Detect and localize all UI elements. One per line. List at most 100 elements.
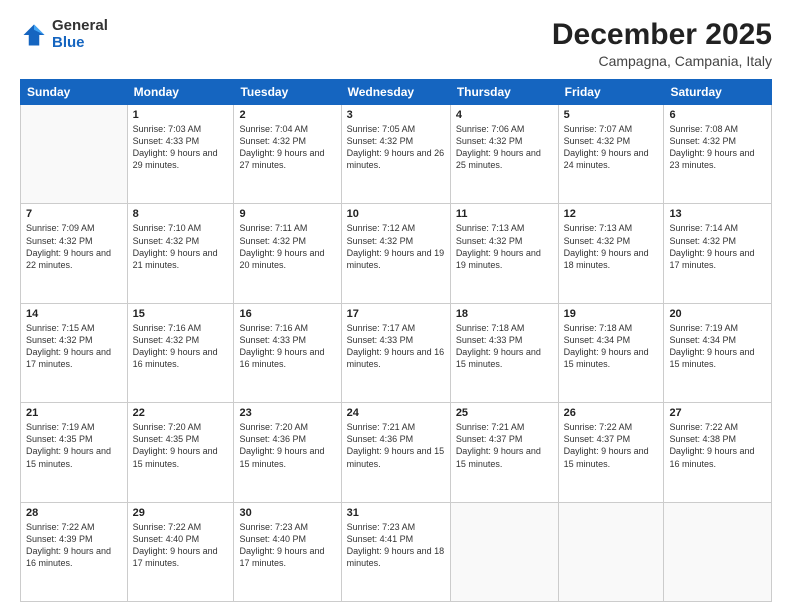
weekday-header: Sunday — [21, 80, 128, 105]
calendar-day-cell — [664, 502, 772, 601]
day-number: 23 — [239, 407, 335, 419]
day-info: Sunrise: 7:13 AM Sunset: 4:32 PM Dayligh… — [564, 222, 659, 271]
calendar-day-cell: 27Sunrise: 7:22 AM Sunset: 4:38 PM Dayli… — [664, 403, 772, 502]
day-number: 4 — [456, 109, 553, 121]
day-number: 12 — [564, 208, 659, 220]
day-info: Sunrise: 7:03 AM Sunset: 4:33 PM Dayligh… — [133, 123, 229, 172]
calendar-table: SundayMondayTuesdayWednesdayThursdayFrid… — [20, 79, 772, 602]
calendar-day-cell — [21, 105, 128, 204]
calendar-day-cell: 30 Sunrise: 7:23 AM Sunset: 4:40 PM Dayli… — [234, 502, 341, 601]
day-number: 17 — [347, 308, 445, 320]
calendar-day-cell: 31 Sunrise: 7:23 AM Sunset: 4:41 PM Dayli… — [341, 502, 450, 601]
day-info: Sunrise: 7:23 AM Sunset: 4:41 PM Dayligh… — [347, 521, 445, 570]
weekday-header: Tuesday — [234, 80, 341, 105]
day-number: 14 — [26, 308, 122, 320]
day-number: 25 — [456, 407, 553, 419]
day-number: 6 — [669, 109, 766, 121]
day-number: 3 — [347, 109, 445, 121]
calendar-week-row: 28 Sunrise: 7:22 AM Sunset: 4:39 PM Dayli… — [21, 502, 772, 601]
weekday-header: Wednesday — [341, 80, 450, 105]
day-info: Sunrise: 7:23 AM Sunset: 4:40 PM Dayligh… — [239, 521, 335, 570]
day-info: Sunrise: 7:04 AM Sunset: 4:32 PM Dayligh… — [239, 123, 335, 172]
day-number: 19 — [564, 308, 659, 320]
day-info: Sunrise: 7:16 AM Sunset: 4:33 PM Dayligh… — [239, 322, 335, 371]
calendar-week-row: 14Sunrise: 7:15 AM Sunset: 4:32 PM Dayli… — [21, 303, 772, 402]
calendar-week-row: 21Sunrise: 7:19 AM Sunset: 4:35 PM Dayli… — [21, 403, 772, 502]
page: GeneralBlue December 2025 Campagna, Camp… — [0, 0, 792, 612]
day-number: 24 — [347, 407, 445, 419]
day-number: 10 — [347, 208, 445, 220]
calendar-day-cell: 26Sunrise: 7:22 AM Sunset: 4:37 PM Dayli… — [558, 403, 664, 502]
day-info: Sunrise: 7:13 AM Sunset: 4:32 PM Dayligh… — [456, 222, 553, 271]
day-number: 9 — [239, 208, 335, 220]
calendar-day-cell: 29 Sunrise: 7:22 AM Sunset: 4:40 PM Dayli… — [127, 502, 234, 601]
header: GeneralBlue December 2025 Campagna, Camp… — [20, 18, 772, 69]
month-title: December 2025 — [552, 18, 772, 51]
calendar-day-cell: 28 Sunrise: 7:22 AM Sunset: 4:39 PM Dayli… — [21, 502, 128, 601]
logo-icon — [20, 21, 48, 49]
day-number: 16 — [239, 308, 335, 320]
calendar-week-row: 1Sunrise: 7:03 AM Sunset: 4:33 PM Daylig… — [21, 105, 772, 204]
calendar-header: SundayMondayTuesdayWednesdayThursdayFrid… — [21, 80, 772, 105]
calendar-day-cell: 17 Sunrise: 7:17 AM Sunset: 4:33 PM Dayli… — [341, 303, 450, 402]
calendar-body: 1Sunrise: 7:03 AM Sunset: 4:33 PM Daylig… — [21, 105, 772, 602]
day-info: Sunrise: 7:07 AM Sunset: 4:32 PM Dayligh… — [564, 123, 659, 172]
day-number: 13 — [669, 208, 766, 220]
day-info: Sunrise: 7:18 AM Sunset: 4:34 PM Dayligh… — [564, 322, 659, 371]
calendar-day-cell: 15Sunrise: 7:16 AM Sunset: 4:32 PM Dayli… — [127, 303, 234, 402]
day-number: 18 — [456, 308, 553, 320]
calendar-day-cell: 14Sunrise: 7:15 AM Sunset: 4:32 PM Dayli… — [21, 303, 128, 402]
calendar-day-cell: 11 Sunrise: 7:13 AM Sunset: 4:32 PM Dayli… — [450, 204, 558, 303]
calendar-day-cell: 10Sunrise: 7:12 AM Sunset: 4:32 PM Dayli… — [341, 204, 450, 303]
day-number: 11 — [456, 208, 553, 220]
day-number: 26 — [564, 407, 659, 419]
calendar-day-cell: 20Sunrise: 7:19 AM Sunset: 4:34 PM Dayli… — [664, 303, 772, 402]
day-info: Sunrise: 7:18 AM Sunset: 4:33 PM Dayligh… — [456, 322, 553, 371]
day-info: Sunrise: 7:20 AM Sunset: 4:36 PM Dayligh… — [239, 421, 335, 470]
calendar-day-cell: 24 Sunrise: 7:21 AM Sunset: 4:36 PM Dayli… — [341, 403, 450, 502]
day-number: 22 — [133, 407, 229, 419]
day-number: 8 — [133, 208, 229, 220]
calendar-day-cell: 12 Sunrise: 7:13 AM Sunset: 4:32 PM Dayli… — [558, 204, 664, 303]
calendar-day-cell: 4 Sunrise: 7:06 AM Sunset: 4:32 PM Daylig… — [450, 105, 558, 204]
calendar-day-cell: 2Sunrise: 7:04 AM Sunset: 4:32 PM Daylig… — [234, 105, 341, 204]
calendar-day-cell: 3 Sunrise: 7:05 AM Sunset: 4:32 PM Daylig… — [341, 105, 450, 204]
title-block: December 2025 Campagna, Campania, Italy — [552, 18, 772, 69]
day-info: Sunrise: 7:06 AM Sunset: 4:32 PM Dayligh… — [456, 123, 553, 172]
day-number: 31 — [347, 507, 445, 519]
calendar-day-cell: 18 Sunrise: 7:18 AM Sunset: 4:33 PM Dayli… — [450, 303, 558, 402]
calendar-day-cell: 19 Sunrise: 7:18 AM Sunset: 4:34 PM Dayli… — [558, 303, 664, 402]
day-info: Sunrise: 7:16 AM Sunset: 4:32 PM Dayligh… — [133, 322, 229, 371]
logo: GeneralBlue — [20, 18, 108, 51]
day-number: 27 — [669, 407, 766, 419]
calendar-day-cell: 9Sunrise: 7:11 AM Sunset: 4:32 PM Daylig… — [234, 204, 341, 303]
calendar-day-cell — [558, 502, 664, 601]
weekday-row: SundayMondayTuesdayWednesdayThursdayFrid… — [21, 80, 772, 105]
day-number: 5 — [564, 109, 659, 121]
day-info: Sunrise: 7:08 AM Sunset: 4:32 PM Dayligh… — [669, 123, 766, 172]
calendar-day-cell: 21Sunrise: 7:19 AM Sunset: 4:35 PM Dayli… — [21, 403, 128, 502]
weekday-header: Saturday — [664, 80, 772, 105]
day-info: Sunrise: 7:19 AM Sunset: 4:34 PM Dayligh… — [669, 322, 766, 371]
day-info: Sunrise: 7:10 AM Sunset: 4:32 PM Dayligh… — [133, 222, 229, 271]
calendar-day-cell: 1Sunrise: 7:03 AM Sunset: 4:33 PM Daylig… — [127, 105, 234, 204]
day-info: Sunrise: 7:17 AM Sunset: 4:33 PM Dayligh… — [347, 322, 445, 371]
day-number: 21 — [26, 407, 122, 419]
day-info: Sunrise: 7:21 AM Sunset: 4:36 PM Dayligh… — [347, 421, 445, 470]
calendar-week-row: 7Sunrise: 7:09 AM Sunset: 4:32 PM Daylig… — [21, 204, 772, 303]
day-info: Sunrise: 7:20 AM Sunset: 4:35 PM Dayligh… — [133, 421, 229, 470]
weekday-header: Monday — [127, 80, 234, 105]
calendar-day-cell — [450, 502, 558, 601]
calendar-day-cell: 23 Sunrise: 7:20 AM Sunset: 4:36 PM Dayli… — [234, 403, 341, 502]
calendar-day-cell: 8 Sunrise: 7:10 AM Sunset: 4:32 PM Daylig… — [127, 204, 234, 303]
day-number: 28 — [26, 507, 122, 519]
weekday-header: Thursday — [450, 80, 558, 105]
calendar-day-cell: 6 Sunrise: 7:08 AM Sunset: 4:32 PM Daylig… — [664, 105, 772, 204]
logo-text: GeneralBlue — [52, 18, 108, 51]
day-info: Sunrise: 7:22 AM Sunset: 4:39 PM Dayligh… — [26, 521, 122, 570]
day-number: 30 — [239, 507, 335, 519]
calendar-day-cell: 7Sunrise: 7:09 AM Sunset: 4:32 PM Daylig… — [21, 204, 128, 303]
day-info: Sunrise: 7:05 AM Sunset: 4:32 PM Dayligh… — [347, 123, 445, 172]
day-info: Sunrise: 7:22 AM Sunset: 4:40 PM Dayligh… — [133, 521, 229, 570]
day-number: 29 — [133, 507, 229, 519]
